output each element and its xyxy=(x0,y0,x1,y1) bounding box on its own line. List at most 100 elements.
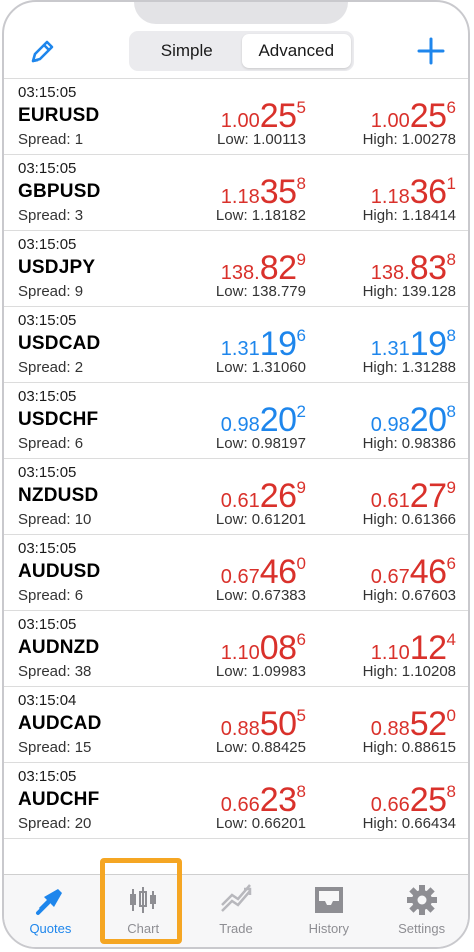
bid-price-fraction: 2 xyxy=(296,402,306,421)
quote-time: 03:15:05 xyxy=(18,160,77,177)
bid-price-pips: 35 xyxy=(259,173,297,211)
inbox-history-icon xyxy=(314,887,343,913)
ask-price-pips: 27 xyxy=(409,477,447,515)
bid-price-prefix: 138. xyxy=(220,262,260,284)
segment-advanced[interactable]: Advanced xyxy=(241,34,351,68)
quote-spread: Spread: 15 xyxy=(18,739,92,756)
ask-price-fraction: 8 xyxy=(446,402,456,421)
quote-low: Low: 1.09983 xyxy=(215,663,306,680)
quote-high: High: 0.66434 xyxy=(362,815,456,832)
ask-price-pips: 52 xyxy=(409,705,447,743)
phone-frame: Simple Advanced 03:15:05 EURUSD Spread: … xyxy=(2,0,470,949)
bid-price-pips: 23 xyxy=(259,781,297,819)
plus-icon[interactable] xyxy=(414,34,448,68)
ask-price-pips: 83 xyxy=(409,249,447,287)
quote-high: High: 1.10208 xyxy=(362,663,456,680)
quote-symbol: EURUSD xyxy=(18,105,100,126)
tab-settings[interactable]: Settings xyxy=(375,875,468,947)
ask-price-pips: 25 xyxy=(409,97,447,135)
bid-price-prefix: 1.10 xyxy=(220,642,260,664)
bid-price-fraction: 6 xyxy=(296,630,306,649)
quote-spread: Spread: 1 xyxy=(18,131,84,148)
ask-price-fraction: 1 xyxy=(446,174,456,193)
quote-low: Low: 0.98197 xyxy=(215,435,306,452)
quote-row[interactable]: 03:15:05 AUDNZD Spread: 38 1.10086 1.101… xyxy=(4,611,468,687)
quote-high: High: 0.98386 xyxy=(362,435,456,452)
view-mode-segmented-control: Simple Advanced xyxy=(129,31,354,71)
quote-time: 03:15:05 xyxy=(18,388,77,405)
ask-price-prefix: 0.67 xyxy=(370,566,410,588)
ask-price-pips: 12 xyxy=(409,629,447,667)
quote-low: Low: 0.88425 xyxy=(215,739,306,756)
quote-symbol: USDCHF xyxy=(18,409,99,430)
ask-price-pips: 36 xyxy=(409,173,447,211)
quote-high: High: 0.67603 xyxy=(362,587,456,604)
gear-icon xyxy=(406,885,437,915)
segment-simple[interactable]: Simple xyxy=(132,34,242,68)
quote-low: Low: 1.00113 xyxy=(217,131,306,148)
quote-spread: Spread: 20 xyxy=(18,815,92,832)
tab-quotes[interactable]: Quotes xyxy=(4,875,97,947)
quote-symbol: AUDCHF xyxy=(18,789,100,810)
device-notch xyxy=(134,2,348,24)
tab-label: History xyxy=(308,921,350,936)
quote-row[interactable]: 03:15:05 USDCHF Spread: 6 0.98202 0.9820… xyxy=(4,383,468,459)
ask-price-prefix: 1.10 xyxy=(370,642,410,664)
header: Simple Advanced xyxy=(4,2,468,79)
bid-price-pips: 08 xyxy=(259,629,297,667)
quote-spread: Spread: 10 xyxy=(18,511,92,528)
quote-row[interactable]: 03:15:05 NZDUSD Spread: 10 0.61269 0.612… xyxy=(4,459,468,535)
quote-spread: Spread: 9 xyxy=(18,283,84,300)
quote-symbol: AUDUSD xyxy=(18,561,101,582)
quote-low: Low: 0.61201 xyxy=(215,511,306,528)
ask-price-pips: 25 xyxy=(409,781,447,819)
quote-row[interactable]: 03:15:05 USDJPY Spread: 9 138.829 138.83… xyxy=(4,231,468,307)
quote-high: High: 0.61366 xyxy=(362,511,456,528)
ask-price-fraction: 0 xyxy=(446,706,456,725)
quote-high: High: 1.18414 xyxy=(362,207,456,224)
tab-history[interactable]: History xyxy=(282,875,375,947)
quote-low: Low: 1.31060 xyxy=(215,359,306,376)
quote-spread: Spread: 3 xyxy=(18,207,84,224)
trade-icon xyxy=(221,884,252,912)
ask-price-pips: 46 xyxy=(409,553,447,591)
quote-symbol: AUDNZD xyxy=(18,637,100,658)
ask-price-prefix: 138. xyxy=(370,262,410,284)
bid-price-pips: 46 xyxy=(259,553,297,591)
quote-row[interactable]: 03:15:05 AUDCHF Spread: 20 0.66238 0.662… xyxy=(4,763,468,839)
quote-time: 03:15:05 xyxy=(18,464,77,481)
bid-price-prefix: 0.66 xyxy=(220,794,260,816)
bid-price-prefix: 1.31 xyxy=(220,338,260,360)
quote-low: Low: 0.67383 xyxy=(215,587,306,604)
quote-spread: Spread: 2 xyxy=(18,359,84,376)
bid-price-fraction: 8 xyxy=(296,782,306,801)
ask-price-prefix: 1.31 xyxy=(370,338,410,360)
quote-high: High: 1.00278 xyxy=(362,131,456,148)
ask-price-fraction: 4 xyxy=(446,630,456,649)
ask-price-fraction: 8 xyxy=(446,782,456,801)
bid-price-pips: 50 xyxy=(259,705,297,743)
quote-row[interactable]: 03:15:04 AUDCAD Spread: 15 0.88505 0.885… xyxy=(4,687,468,763)
bid-price-pips: 82 xyxy=(259,249,297,287)
bid-price-prefix: 0.67 xyxy=(220,566,260,588)
quotes-icon xyxy=(36,889,63,915)
tab-trade[interactable]: Trade xyxy=(190,875,283,947)
ask-price-prefix: 0.66 xyxy=(370,794,410,816)
bid-price-fraction: 9 xyxy=(296,250,306,269)
pencil-icon[interactable] xyxy=(26,36,58,68)
bid-price-fraction: 0 xyxy=(296,554,306,573)
quote-row[interactable]: 03:15:05 USDCAD Spread: 2 1.31196 1.3119… xyxy=(4,307,468,383)
quote-row[interactable]: 03:15:05 EURUSD Spread: 1 1.00255 1.0025… xyxy=(4,79,468,155)
ask-price-prefix: 1.18 xyxy=(370,186,410,208)
bid-price-prefix: 1.00 xyxy=(220,110,260,132)
bid-price-fraction: 8 xyxy=(296,174,306,193)
bid-price-prefix: 0.61 xyxy=(220,490,260,512)
quote-low: Low: 1.18182 xyxy=(215,207,306,224)
ask-price-prefix: 1.00 xyxy=(370,110,410,132)
bid-price-pips: 20 xyxy=(259,401,297,439)
ask-price-pips: 19 xyxy=(409,325,447,363)
bid-price-prefix: 1.18 xyxy=(220,186,260,208)
quote-high: High: 0.88615 xyxy=(362,739,456,756)
quote-row[interactable]: 03:15:05 GBPUSD Spread: 3 1.18358 1.1836… xyxy=(4,155,468,231)
quote-row[interactable]: 03:15:05 AUDUSD Spread: 6 0.67460 0.6746… xyxy=(4,535,468,611)
